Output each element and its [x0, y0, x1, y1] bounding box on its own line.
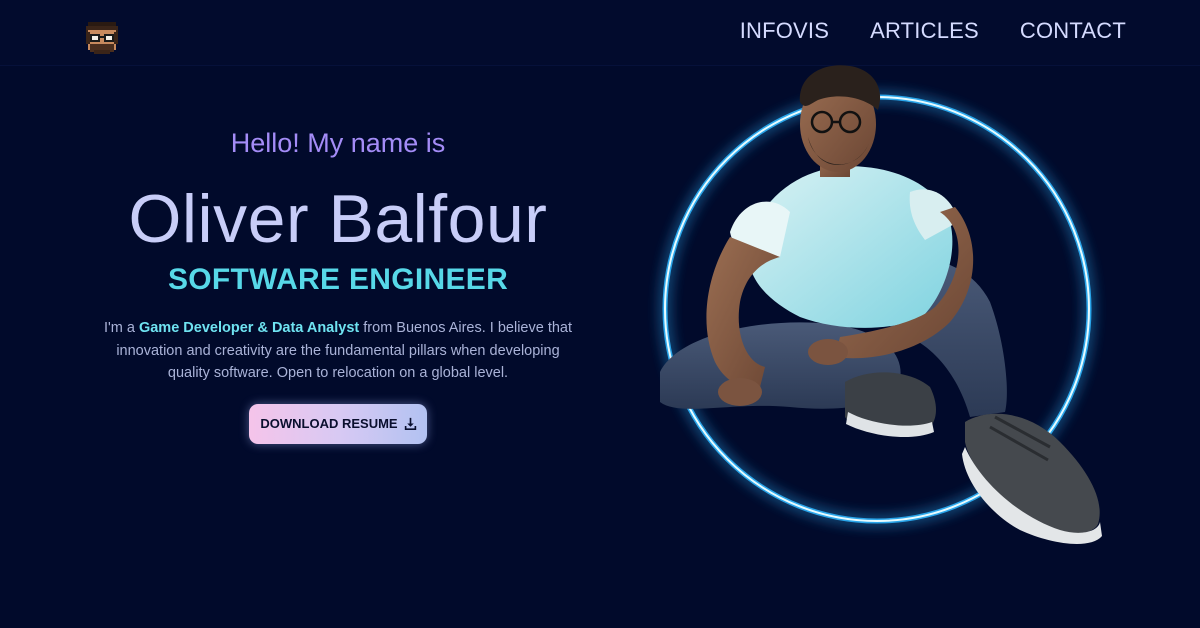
avatar-illustration	[660, 65, 1102, 544]
bio-text: I'm a Game Developer & Data Analyst from…	[100, 317, 576, 385]
nav-articles[interactable]: ARTICLES	[870, 18, 979, 44]
main-nav: INFOVIS ARTICLES CONTACT	[740, 18, 1126, 44]
site-header: INFOVIS ARTICLES CONTACT	[0, 0, 1200, 66]
bio-prefix: I'm a	[103, 320, 139, 336]
job-title: SOFTWARE ENGINEER	[167, 263, 509, 296]
download-resume-label: DOWNLOAD RESUME	[260, 416, 398, 431]
person-name: Oliver Balfour	[128, 181, 548, 257]
shoe-right	[965, 413, 1100, 534]
hero-illustration	[620, 62, 1140, 562]
pixel-avatar-icon	[86, 22, 118, 54]
download-resume-button[interactable]: DOWNLOAD RESUME	[249, 403, 427, 444]
download-icon	[404, 417, 416, 430]
greeting: Hello! My name is	[230, 128, 446, 158]
nav-contact[interactable]: CONTACT	[1020, 18, 1126, 44]
nav-infovis[interactable]: INFOVIS	[740, 18, 829, 44]
hero-intro: Hello! My name is Oliver Balfour SOFTWAR…	[100, 128, 576, 444]
page: INFOVIS ARTICLES CONTACT Hello! My name …	[0, 0, 1200, 628]
bio-highlight: Game Developer & Data Analyst	[138, 320, 360, 336]
logo[interactable]	[80, 18, 124, 58]
